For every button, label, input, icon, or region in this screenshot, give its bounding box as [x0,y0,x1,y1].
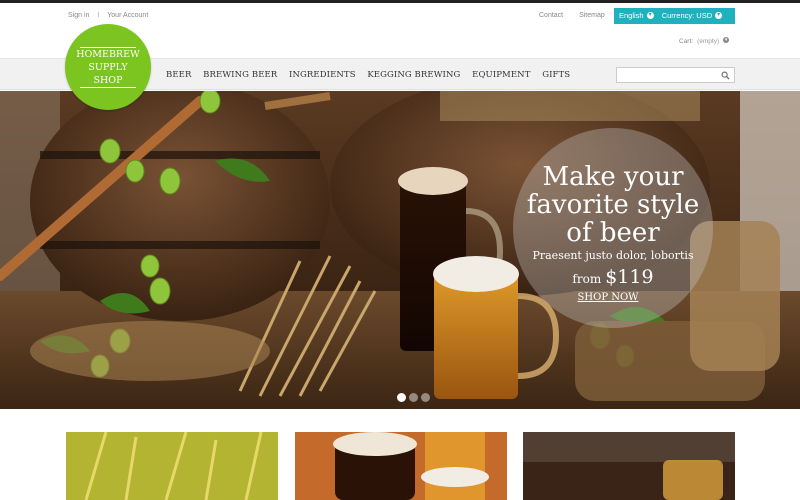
straw [440,91,700,121]
chevron-down-icon: ▾ [715,11,723,19]
category-thumb-beer-glasses[interactable] [295,432,507,500]
your-account-link[interactable]: Your Account [107,12,148,19]
language-label: English [619,11,644,20]
pub-image [523,432,735,500]
nav-menu: BEER BREWING BEER INGREDIENTS KEGGING BR… [166,70,579,80]
chevron-down-icon: ▾ [723,37,730,44]
sign-in-link[interactable]: Sign in [68,12,89,19]
sitemap-link[interactable]: Sitemap [579,12,605,19]
stout-foam [398,167,468,195]
nav-item-gifts[interactable]: GIFTS [542,70,570,80]
logo-line-3: SHOP [93,75,123,86]
price-from-label: from [572,272,602,286]
logo-rule-bottom [80,87,136,88]
barrel-hoop [40,241,320,249]
wheat-image [66,432,278,500]
contact-link[interactable]: Contact [539,12,563,19]
price-amount: $119 [605,266,654,288]
slide-dot-2[interactable] [409,393,418,402]
logo-line-1: HOMEBREW [76,49,140,60]
promo-title-line-1: Make your [542,162,684,192]
nav-item-kegging-brewing[interactable]: KEGGING BREWING [367,70,460,80]
currency-selector[interactable]: Currency: USD ▾ [661,8,723,24]
slide-dot-1[interactable] [397,393,406,402]
nav-item-brewing-beer[interactable]: BREWING BEER [203,70,277,80]
logo-text: HOMEBREW SUPPLY SHOP [75,47,141,88]
promo-title: Make your favorite style of beer [503,163,723,247]
language-selector[interactable]: English ▾ [619,8,654,24]
nav-item-ingredients[interactable]: INGREDIENTS [289,70,356,80]
promo-title-line-2: favorite style [526,190,700,220]
utility-links: Contact Sitemap [539,12,619,19]
chevron-down-icon: ▾ [646,11,654,19]
link-separator: I [97,12,100,19]
beer-glasses-image [295,432,507,500]
site-logo[interactable]: HOMEBREW SUPPLY SHOP [65,24,151,110]
hero-slider[interactable]: Make your favorite style of beer Praesen… [0,91,800,409]
account-links: Sign in I Your Account [68,12,148,19]
currency-label: Currency: USD [661,11,713,20]
search-input[interactable] [616,67,735,83]
category-thumbnails [0,432,800,500]
cart-label: Cart: [679,38,694,45]
promo-title-line-3: of beer [566,218,660,248]
language-currency-bar: English ▾ Currency: USD ▾ [614,8,735,24]
search-icon[interactable] [721,71,730,80]
logo-line-2: SUPPLY [88,62,128,73]
nav-item-equipment[interactable]: EQUIPMENT [472,70,530,80]
slide-dot-3[interactable] [421,393,430,402]
category-thumb-wheat[interactable] [66,432,278,500]
shop-now-link[interactable]: SHOP NOW [503,292,713,303]
nav-item-beer[interactable]: BEER [166,70,191,80]
cart-summary[interactable]: Cart: (empty) ▾ [679,37,730,45]
slider-pagination [397,387,433,402]
promo-price: from $119 [503,266,723,288]
promo-subtitle: Praesent justo dolor, lobortis [532,249,694,262]
grain-pile [30,321,270,381]
barrel-hoop [40,151,320,159]
cart-status: (empty) [697,38,720,45]
category-thumb-pub[interactable] [523,432,735,500]
